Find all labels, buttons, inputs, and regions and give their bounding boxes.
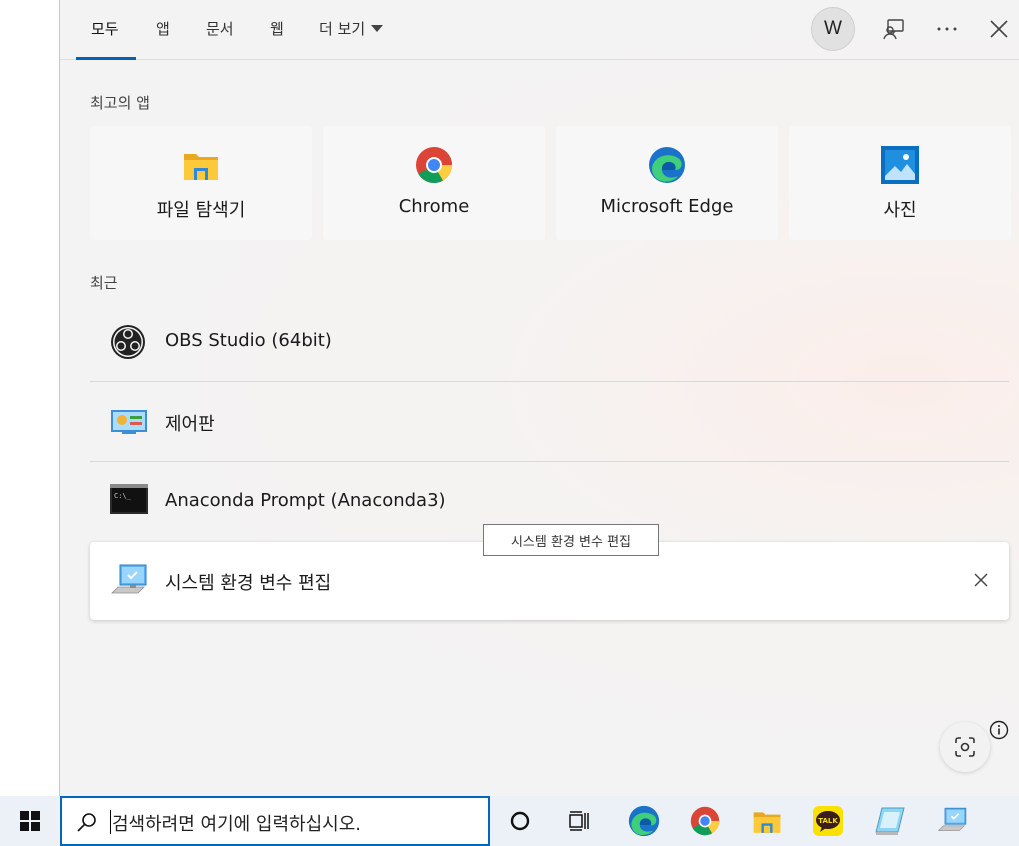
obs-icon <box>110 324 148 360</box>
recent-heading: 최근 <box>90 274 118 292</box>
search-placeholder: 검색하려면 여기에 입력하십시오. <box>112 814 362 835</box>
top-app-label: Microsoft Edge <box>600 196 734 217</box>
edge-icon <box>648 146 686 184</box>
recent-item-label: OBS Studio (64bit) <box>165 330 332 351</box>
tab-documents[interactable]: 문서 <box>206 18 234 39</box>
top-app-file-explorer[interactable]: 파일 탐색기 <box>90 126 312 240</box>
taskbar-chrome-icon[interactable] <box>688 804 722 838</box>
kakao-badge-text: TALK <box>818 817 838 825</box>
user-avatar[interactable]: W <box>811 7 855 51</box>
feedback-icon[interactable] <box>879 14 909 44</box>
taskbar-notepad-icon[interactable] <box>873 804 907 838</box>
cortana-icon[interactable] <box>503 804 537 838</box>
recent-item-obs[interactable]: OBS Studio (64bit) <box>90 303 1009 381</box>
tab-apps[interactable]: 앱 <box>156 18 170 39</box>
recent-item-label: Anaconda Prompt (Anaconda3) <box>165 490 446 511</box>
tab-web[interactable]: 웹 <box>270 18 284 39</box>
file-explorer-icon <box>182 146 220 184</box>
recent-item-label: 시스템 환경 변수 편집 <box>165 573 332 594</box>
text-cursor <box>110 810 111 834</box>
tab-all[interactable]: 모두 <box>91 18 119 39</box>
top-apps-heading: 최고의 앱 <box>90 94 150 112</box>
info-icon[interactable] <box>989 720 1009 740</box>
system-properties-icon <box>110 563 148 599</box>
windows-logo-icon <box>20 811 40 831</box>
search-panel: 모두 앱 문서 웹 더 보기 W 최고의 앱 파일 탐색기 Chrome Mic… <box>60 0 1019 796</box>
close-icon[interactable] <box>984 14 1014 44</box>
visual-search-button[interactable] <box>940 722 990 772</box>
top-app-label: Chrome <box>398 196 470 217</box>
taskbar-kakaotalk-icon[interactable]: TALK <box>811 804 845 838</box>
top-app-edge[interactable]: Microsoft Edge <box>556 126 778 240</box>
top-app-chrome[interactable]: Chrome <box>323 126 545 240</box>
control-panel-icon <box>110 404 148 440</box>
top-app-photos[interactable]: 사진 <box>789 126 1011 240</box>
photos-icon <box>881 146 919 184</box>
active-tab-indicator <box>76 57 136 60</box>
tooltip: 시스템 환경 변수 편집 <box>483 524 659 556</box>
chrome-icon <box>415 146 453 184</box>
recent-item-label: 제어판 <box>165 414 215 435</box>
list-divider <box>90 381 1009 382</box>
desktop-strip <box>0 0 60 796</box>
camera-scan-icon <box>955 737 975 757</box>
remove-recent-icon[interactable] <box>971 570 991 590</box>
task-view-icon[interactable] <box>562 804 596 838</box>
recent-item-control-panel[interactable]: 제어판 <box>90 383 1009 461</box>
more-options-icon[interactable] <box>932 14 962 44</box>
tab-more-label: 더 보기 <box>319 20 366 38</box>
search-top-bar: 모두 앱 문서 웹 더 보기 W <box>60 0 1019 60</box>
top-app-label: 사진 <box>883 200 917 221</box>
taskbar-file-explorer-icon[interactable] <box>750 804 784 838</box>
top-app-label: 파일 탐색기 <box>156 200 246 221</box>
svg-text:C:\_: C:\_ <box>114 492 132 500</box>
taskbar-edge-icon[interactable] <box>627 804 661 838</box>
chevron-down-icon <box>371 25 384 32</box>
taskbar-system-properties-icon[interactable] <box>936 804 970 838</box>
list-divider <box>90 461 1009 462</box>
terminal-icon: C:\_ <box>110 484 148 520</box>
tab-more[interactable]: 더 보기 <box>319 18 384 39</box>
taskbar-search-box[interactable]: 검색하려면 여기에 입력하십시오. <box>60 796 490 846</box>
taskbar: 검색하려면 여기에 입력하십시오. TALK <box>0 796 1019 846</box>
start-button[interactable] <box>0 796 60 846</box>
search-icon <box>76 811 98 833</box>
